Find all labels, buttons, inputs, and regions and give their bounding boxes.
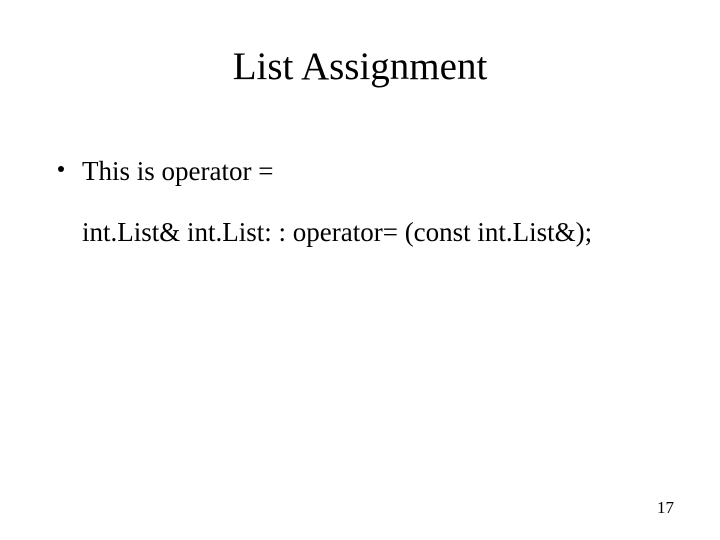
- slide: List Assignment This is operator = int.L…: [0, 0, 720, 540]
- code-line: int.List& int.List: : operator= (const i…: [82, 213, 662, 252]
- slide-body: This is operator = int.List& int.List: :…: [58, 152, 662, 252]
- bullet-icon: [58, 166, 64, 172]
- slide-title: List Assignment: [0, 44, 720, 89]
- page-number: 17: [657, 498, 674, 518]
- bullet-item: This is operator =: [58, 152, 662, 191]
- bullet-text: This is operator =: [82, 152, 273, 191]
